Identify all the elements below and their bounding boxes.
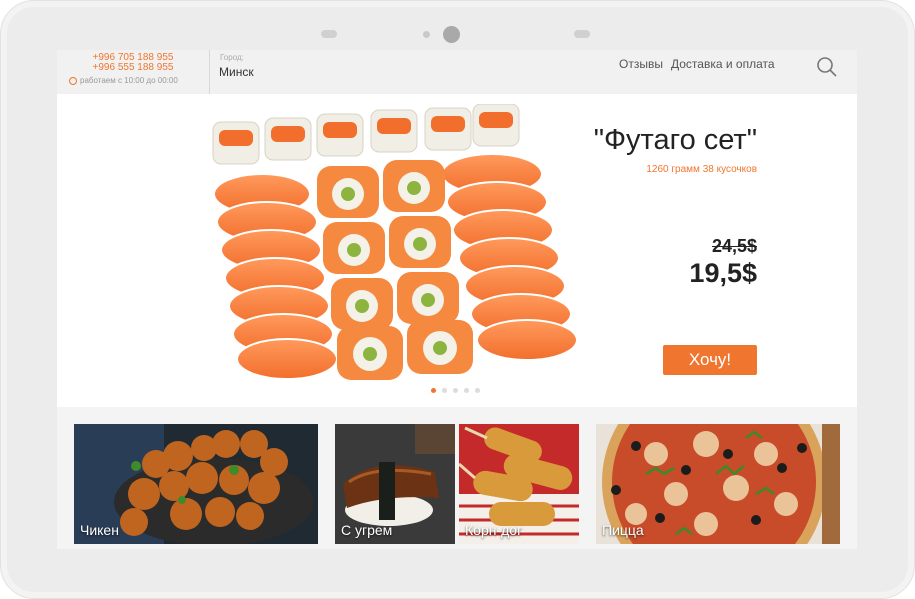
sushi-set-image bbox=[212, 104, 578, 380]
slider-dot[interactable] bbox=[464, 388, 469, 393]
phone-2[interactable]: +996 555 188 955 bbox=[57, 62, 209, 73]
working-hours-text: работаем с 10:00 до 00:00 bbox=[80, 76, 178, 85]
product-title: "Футаго сет" bbox=[593, 124, 757, 156]
current-price: 19,5$ bbox=[689, 258, 757, 288]
clock-icon bbox=[69, 76, 77, 85]
sensor-left bbox=[321, 30, 337, 38]
category-label: Чикен bbox=[80, 522, 119, 538]
slider-dots bbox=[431, 388, 480, 393]
hero-slider: "Футаго сет" 1260 грамм 38 кусочков 24,5… bbox=[57, 94, 857, 407]
city-label: Город: bbox=[220, 53, 244, 62]
want-button[interactable]: Хочу! bbox=[663, 345, 757, 375]
city-selector[interactable]: Минск bbox=[219, 65, 254, 79]
nav-reviews[interactable]: Отзывы bbox=[619, 57, 663, 71]
category-card-eel[interactable]: С угрем bbox=[335, 424, 455, 544]
nav-delivery[interactable]: Доставка и оплата bbox=[671, 57, 775, 71]
old-price: 24,5$ bbox=[711, 236, 757, 256]
product-weight: 1260 грамм 38 кусочков bbox=[646, 164, 757, 175]
contact-block: +996 705 188 955 +996 555 188 955 работа… bbox=[57, 50, 210, 94]
search-icon[interactable] bbox=[815, 55, 839, 79]
slider-dot[interactable] bbox=[475, 388, 480, 393]
screen: +996 705 188 955 +996 555 188 955 работа… bbox=[57, 50, 857, 549]
slider-dot[interactable] bbox=[442, 388, 447, 393]
category-card-chicken[interactable]: Чикен bbox=[74, 424, 318, 544]
category-card-pizza[interactable]: Пицца bbox=[596, 424, 840, 544]
slider-dot[interactable] bbox=[431, 388, 436, 393]
sensor-dot bbox=[423, 31, 430, 38]
category-label: Корн-дог bbox=[465, 522, 523, 538]
category-label: Пицца bbox=[602, 522, 644, 538]
sensor-right bbox=[574, 30, 590, 38]
slider-dot[interactable] bbox=[453, 388, 458, 393]
working-hours: работаем с 10:00 до 00:00 bbox=[69, 76, 209, 85]
category-label: С угрем bbox=[341, 522, 393, 538]
category-card-corndog[interactable]: Корн-дог bbox=[459, 424, 579, 544]
camera-lens bbox=[443, 26, 460, 43]
site-header: +996 705 188 955 +996 555 188 955 работа… bbox=[57, 50, 857, 94]
